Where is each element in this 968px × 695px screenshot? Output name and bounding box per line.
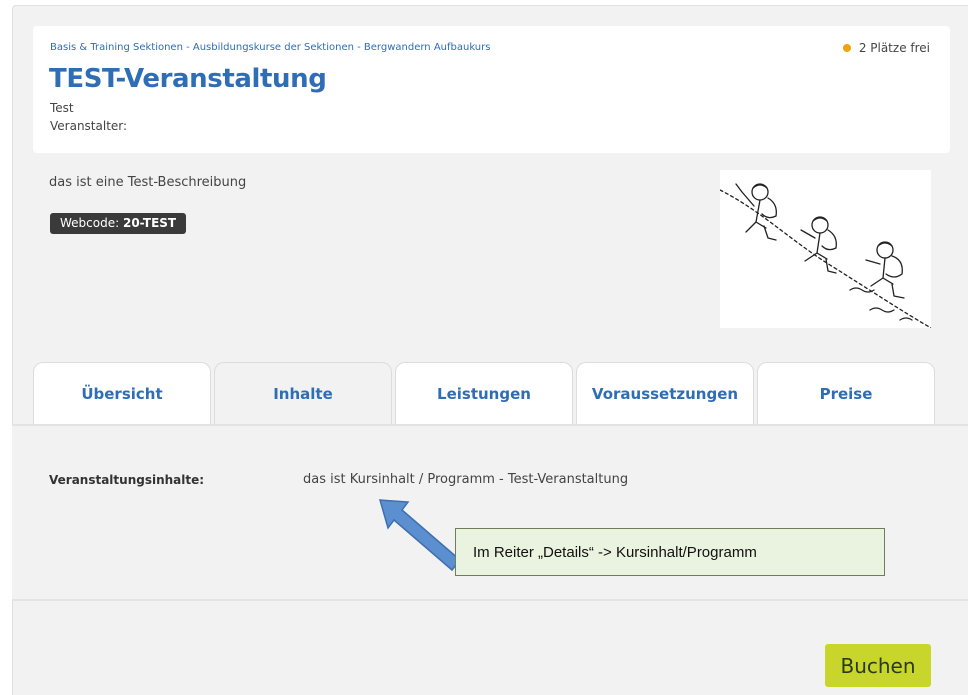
content-label: Veranstaltungsinhalte: <box>49 473 205 487</box>
tab-voraussetzungen[interactable]: Voraussetzungen <box>576 362 754 424</box>
hikers-drawing-icon <box>719 183 932 329</box>
webcode-value: 20-TEST <box>122 216 177 230</box>
event-description: das ist eine Test-Beschreibung <box>49 175 247 190</box>
tab-inhalte[interactable]: Inhalte <box>214 362 392 424</box>
availability-dot-icon <box>842 44 851 52</box>
availability-text: 2 Plätze frei <box>858 41 930 55</box>
webcode-label: Webcode: <box>60 216 120 230</box>
event-title: TEST-Veranstaltung <box>49 64 327 94</box>
breadcrumb[interactable]: Basis & Training Sektionen - Ausbildungs… <box>50 42 490 53</box>
book-button[interactable]: Buchen <box>825 644 931 687</box>
tab-bar: Übersicht Inhalte Leistungen Voraussetzu… <box>33 362 935 424</box>
webcode-badge: Webcode: 20-TEST <box>50 213 187 234</box>
event-header: Basis & Training Sektionen - Ausbildungs… <box>33 26 950 153</box>
tab-leistungen[interactable]: Leistungen <box>395 362 573 424</box>
event-subtitle: Test <box>50 101 74 115</box>
tab-uebersicht[interactable]: Übersicht <box>33 362 211 424</box>
hikers-illustration <box>719 170 932 329</box>
content-value: das ist Kursinhalt / Programm - Test-Ver… <box>303 472 629 487</box>
tab-preise[interactable]: Preise <box>757 362 935 424</box>
annotation-callout: Im Reiter „Details“ -> Kursinhalt/Progra… <box>455 528 885 576</box>
organizer-label: Veranstalter: <box>50 119 128 133</box>
availability-indicator: 2 Plätze frei <box>842 41 930 55</box>
